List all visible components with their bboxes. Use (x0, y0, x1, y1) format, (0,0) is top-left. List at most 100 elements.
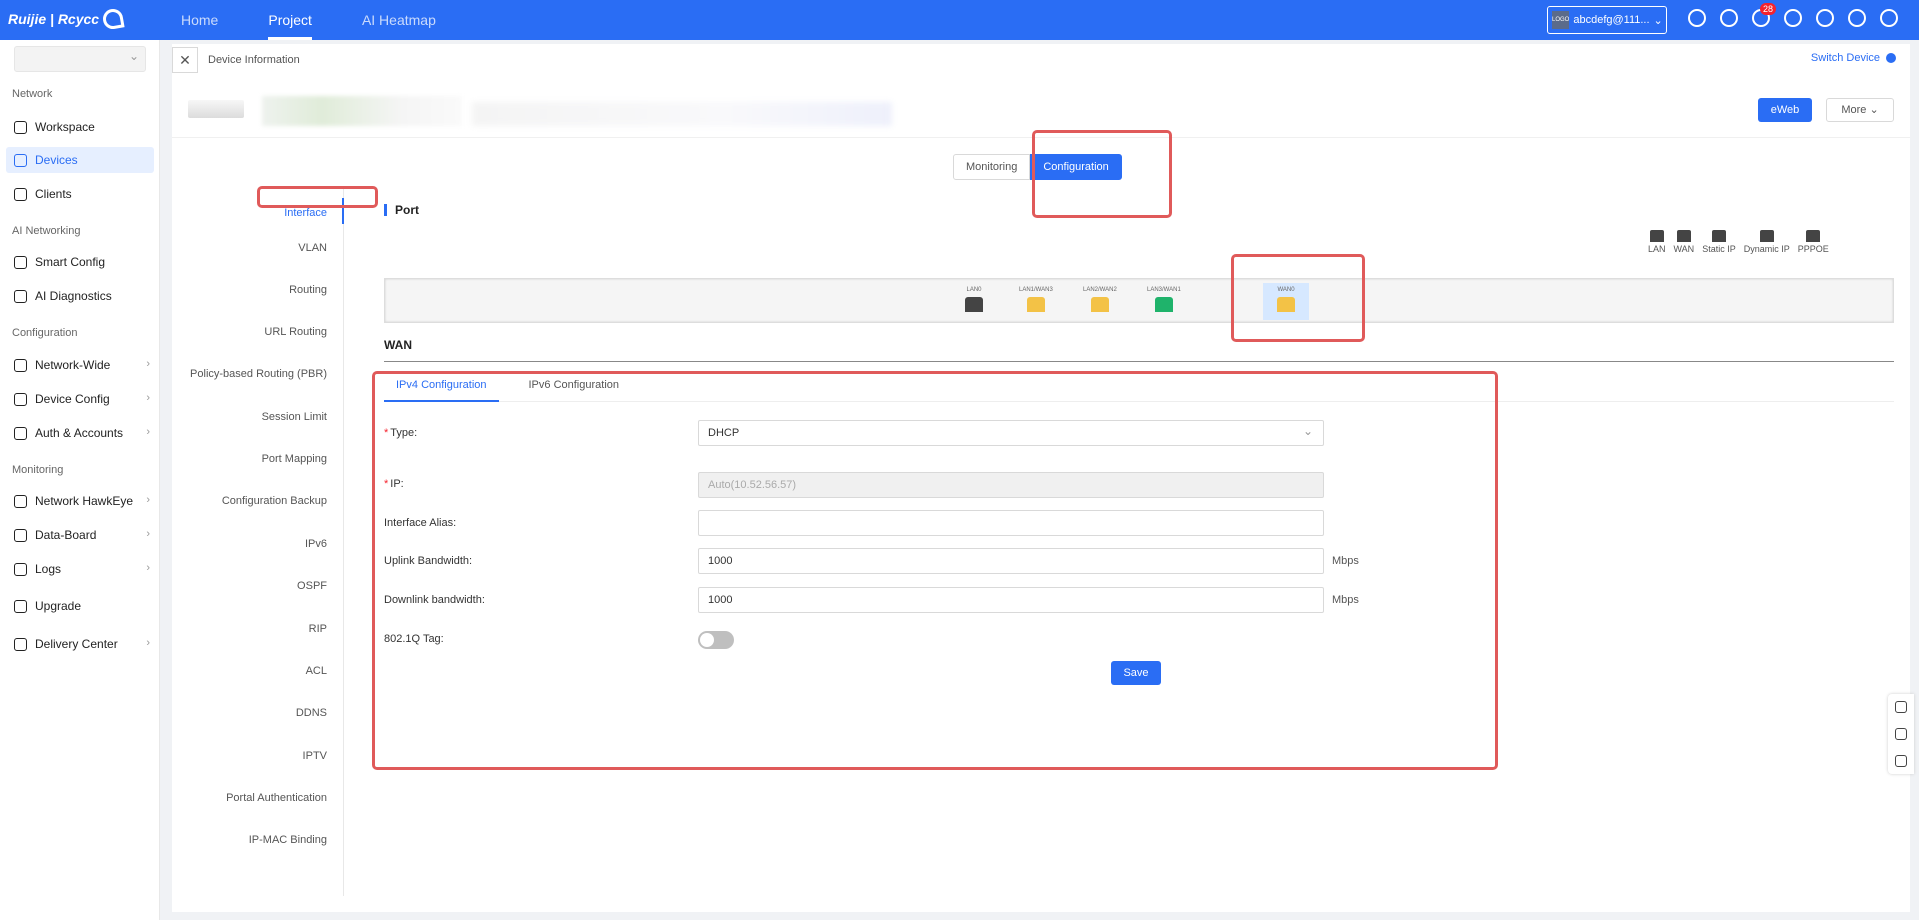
port-lan1-wan3[interactable]: LAN1/WAN3 (1019, 287, 1053, 312)
pppoe-port-icon (1806, 230, 1821, 242)
account-name: abcdefg@111... (1573, 14, 1650, 26)
chevron-down-icon: ⌄ (1869, 104, 1879, 116)
account-logo: LOGO (1552, 11, 1570, 29)
clients-icon (14, 187, 27, 201)
sidebar-item-label: Auth & Accounts (35, 426, 124, 440)
account-selector[interactable]: LOGO abcdefg@111... ⌄ (1547, 6, 1667, 34)
project-selector[interactable] (14, 46, 146, 72)
menu-item-ospf[interactable]: OSPF (297, 580, 327, 592)
port-lan3-wan1[interactable]: LAN3/WAN1 (1147, 287, 1181, 312)
sidebar-item-workspace[interactable]: Workspace (6, 114, 154, 140)
sidebar-item-delivery-center[interactable]: Delivery Center › (6, 631, 154, 657)
legend-label: Static IP (1702, 244, 1736, 254)
brand-mark-icon (101, 7, 125, 31)
menu-item-vlan[interactable]: VLAN (298, 242, 327, 254)
upgrade-icon (14, 599, 27, 613)
user-icon[interactable] (1880, 9, 1898, 27)
sidebar-item-upgrade[interactable]: Upgrade (6, 593, 154, 619)
annotation-box-interface (257, 186, 378, 208)
eweb-button[interactable]: eWeb (1758, 98, 1812, 122)
menu-item-port-mapping[interactable]: Port Mapping (262, 453, 327, 465)
breadcrumb: ✕ Device Information Switch Device (172, 44, 1910, 76)
menu-item-routing[interactable]: Routing (289, 284, 327, 296)
sidebar-item-smart-config[interactable]: Smart Config (6, 249, 154, 275)
section-monitoring: Monitoring (12, 464, 64, 476)
menu-item-iptv[interactable]: IPTV (303, 750, 327, 762)
menu-item-interface[interactable]: Interface (284, 207, 327, 219)
ai-diagnostics-icon (14, 289, 27, 303)
sidebar-item-data-board[interactable]: Data-Board › (6, 522, 154, 548)
device-image (188, 100, 244, 118)
smart-config-icon (14, 255, 27, 269)
sidebar: Network Workspace Devices Clients AI Net… (0, 40, 160, 920)
sidebar-item-label: Smart Config (35, 255, 106, 269)
more-label: More (1841, 104, 1867, 116)
menu-item-portal-authentication[interactable]: Portal Authentication (226, 792, 327, 804)
alarm-icon[interactable] (1784, 9, 1802, 27)
legend-label: Dynamic IP (1743, 244, 1790, 254)
menu-item-url-routing[interactable]: URL Routing (264, 326, 327, 338)
legend-pppoe: PPPOE (1798, 230, 1829, 254)
more-button[interactable]: More ⌄ (1826, 98, 1894, 122)
ethernet-port-icon (1026, 297, 1045, 312)
workspace-icon (14, 120, 27, 134)
sidebar-item-label: Upgrade (35, 599, 82, 613)
close-button[interactable]: ✕ (172, 47, 198, 73)
menu-item-rip[interactable]: RIP (309, 623, 327, 635)
search-icon[interactable] (1720, 9, 1738, 27)
plus-circle-icon[interactable] (1688, 9, 1706, 27)
sidebar-item-network-hawkeye[interactable]: Network HawkEye › (6, 488, 154, 514)
legend-label: LAN (1648, 244, 1666, 254)
top-icon-group: 28 (1688, 3, 1898, 27)
clipboard-icon[interactable] (1895, 754, 1907, 767)
logs-icon (14, 562, 27, 576)
sidebar-item-devices[interactable]: Devices (6, 147, 154, 173)
gear-icon[interactable] (1848, 9, 1866, 27)
globe-icon[interactable] (1816, 9, 1834, 27)
brand-logo[interactable]: Ruijie | Rcycc (8, 7, 125, 31)
bell-icon[interactable]: 28 (1752, 3, 1776, 27)
sidebar-item-clients[interactable]: Clients (6, 181, 154, 207)
sidebar-item-label: Device Config (35, 392, 110, 406)
chevron-right-icon: › (146, 562, 150, 574)
static-ip-port-icon (1711, 230, 1726, 242)
menu-item-ip-mac-binding[interactable]: IP-MAC Binding (249, 834, 327, 846)
nav-project[interactable]: Project (243, 0, 337, 40)
floating-toolbar (1888, 694, 1914, 774)
chevron-right-icon: › (146, 426, 150, 438)
annotation-box-wan0 (1231, 254, 1365, 342)
menu-item-configuration-backup[interactable]: Configuration Backup (222, 495, 327, 507)
menu-item-pbr[interactable]: Policy-based Routing (PBR) (190, 368, 327, 380)
switch-device-link[interactable]: Switch Device (1811, 52, 1896, 64)
port-label: LAN3/WAN1 (1147, 287, 1181, 293)
menu-item-ddns[interactable]: DDNS (296, 707, 327, 719)
menu-item-session-limit[interactable]: Session Limit (262, 411, 327, 423)
sidebar-item-network-wide[interactable]: Network-Wide › (6, 352, 154, 378)
legend-static-ip: Static IP (1702, 230, 1736, 254)
port-lan2-wan2[interactable]: LAN2/WAN2 (1083, 287, 1117, 312)
legend-dynamic-ip: Dynamic IP (1744, 230, 1790, 254)
sidebar-item-label: AI Diagnostics (35, 289, 112, 303)
page-title: Device Information (208, 54, 300, 66)
port-legend: LAN WAN Static IP Dynamic IP PPPOE (1648, 230, 1829, 254)
chat-icon[interactable] (1895, 701, 1907, 714)
chevron-right-icon: › (146, 392, 150, 404)
sidebar-item-logs[interactable]: Logs › (6, 556, 154, 582)
tab-monitoring[interactable]: Monitoring (953, 154, 1031, 180)
annotation-box-ipv4-form (372, 371, 1498, 770)
menu-item-acl[interactable]: ACL (306, 665, 327, 677)
legend-label: WAN (1673, 244, 1695, 254)
devices-icon (14, 153, 27, 167)
sidebar-item-auth-accounts[interactable]: Auth & Accounts › (6, 420, 154, 446)
switch-device-icon (1886, 53, 1896, 63)
edit-icon[interactable] (1895, 727, 1907, 740)
port-lan0[interactable]: LAN0 (965, 287, 983, 312)
nav-ai-heatmap[interactable]: AI Heatmap (337, 0, 461, 40)
annotation-box-configuration (1032, 130, 1172, 218)
sidebar-item-ai-diagnostics[interactable]: AI Diagnostics (6, 283, 154, 309)
menu-item-ipv6[interactable]: IPv6 (305, 538, 327, 550)
nav-home[interactable]: Home (156, 0, 243, 40)
sidebar-item-device-config[interactable]: Device Config › (6, 386, 154, 412)
lan-port-icon (1649, 230, 1664, 242)
sidebar-item-label: Data-Board (35, 528, 97, 542)
